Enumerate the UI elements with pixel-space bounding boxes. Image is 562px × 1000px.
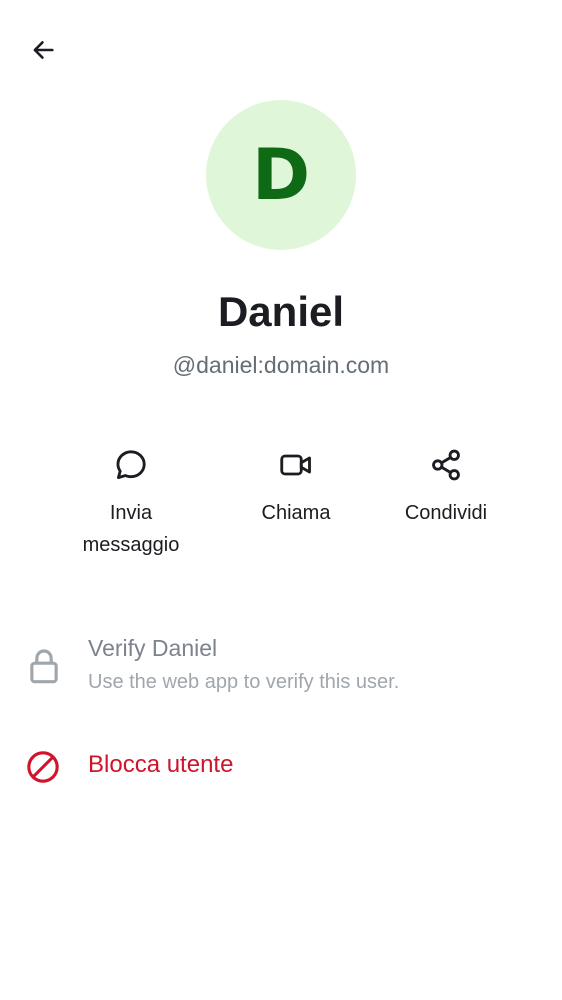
call-button[interactable]: Chiama [236, 445, 356, 529]
display-name: Daniel [217, 288, 345, 335]
user-profile-screen: D Daniel @daniel:domain.com Invia messag… [0, 0, 562, 1000]
arrow-left-icon [33, 41, 54, 59]
share-button[interactable]: Condividi [386, 445, 506, 529]
block-user-label: Blocca utente [88, 751, 234, 778]
avatar-initial: D [251, 134, 311, 216]
send-message-label: Invia messaggio [82, 502, 180, 556]
avatar: D [206, 100, 356, 250]
share-icon [432, 449, 460, 481]
lock-icon [30, 649, 58, 684]
verify-subtitle: Use the web app to verify this user. [88, 671, 400, 693]
chat-bubble-icon [116, 450, 146, 480]
user-id: @daniel:domain.com [172, 352, 390, 378]
send-message-button[interactable]: Invia messaggio [61, 445, 201, 561]
video-camera-icon [280, 454, 311, 476]
verify-title: Verify Daniel [88, 635, 218, 661]
call-label: Chiama [261, 502, 331, 524]
back-button[interactable] [22, 29, 64, 71]
block-user-button[interactable]: Blocca utente [0, 740, 562, 792]
share-label: Condividi [404, 502, 488, 524]
block-icon [27, 751, 59, 783]
verify-user-row: Verify Daniel Use the web app to verify … [0, 630, 562, 702]
